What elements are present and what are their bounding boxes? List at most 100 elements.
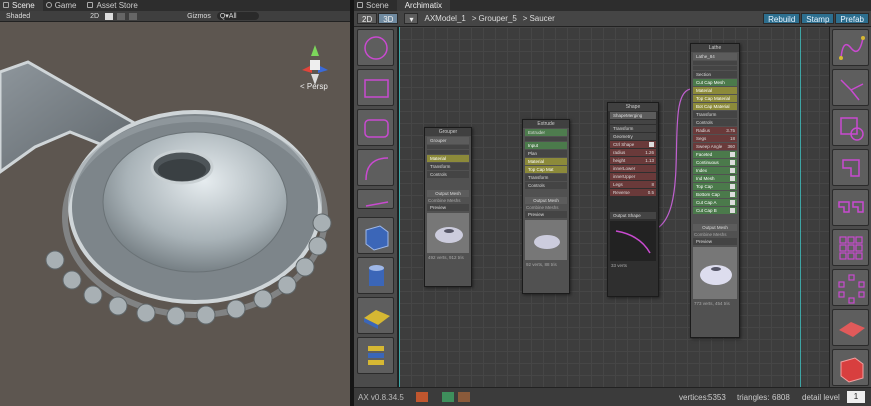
param-value[interactable]: 3.75 (726, 127, 735, 134)
top-cap-row[interactable]: Top Cap Mat (525, 166, 567, 173)
scene-viewport[interactable]: < Persp (0, 22, 350, 406)
param-row[interactable]: Index (693, 167, 737, 174)
status-tool-icon-3[interactable] (458, 392, 470, 402)
param-value[interactable]: 1.26 (645, 149, 654, 156)
param-value[interactable]: 0.5 (648, 189, 654, 196)
material-row[interactable]: Material (427, 155, 469, 162)
preview-row[interactable]: Preview (427, 204, 469, 211)
box-red-icon[interactable] (832, 349, 869, 386)
geometry-row[interactable]: Geometry (610, 133, 656, 140)
param-row[interactable]: Cut Cap B (693, 207, 737, 214)
param-row[interactable]: height 1.13 (610, 157, 656, 164)
param-row[interactable]: Ind Mesh (693, 175, 737, 182)
branch-icon[interactable] (832, 69, 869, 106)
top-cap-material-row[interactable]: Top Cap Material (693, 95, 737, 102)
scene-search-field[interactable]: Q▾All (216, 12, 259, 20)
param-row[interactable]: innerLower (610, 165, 656, 172)
line-shape-icon[interactable] (357, 189, 394, 209)
param-row[interactable]: innerUpper (610, 173, 656, 180)
rounded-rect-shape-icon[interactable] (357, 109, 394, 146)
shape-node[interactable]: Shape ShapeMerging Transform Geometry Ct… (607, 102, 659, 297)
circle-shape-icon[interactable] (357, 29, 394, 66)
status-tool-icon-1[interactable] (416, 392, 428, 402)
stamp-button[interactable]: Stamp (801, 13, 835, 24)
rebuild-button[interactable]: Rebuild (763, 13, 801, 24)
checkbox[interactable] (730, 208, 735, 213)
radial-repeater-icon[interactable] (832, 269, 869, 306)
param-value[interactable]: 18 (730, 135, 735, 142)
lighting-toggle[interactable] (105, 12, 114, 20)
effects-toggle[interactable] (129, 12, 138, 20)
tab-archimatix[interactable]: Archimatix (396, 0, 451, 11)
param-row[interactable]: Ctrl Shape (610, 141, 656, 148)
status-tool-icon-2[interactable] (442, 392, 454, 402)
corner-icon[interactable] (832, 149, 869, 186)
param-row[interactable]: Segs 18 (693, 135, 737, 142)
node-graph-canvas[interactable]: Grouper Grouper Material Transform Contr… (399, 27, 829, 387)
param-value[interactable]: 8 (651, 181, 654, 188)
checkbox[interactable] (730, 192, 735, 197)
param-row[interactable]: Sweep Angle 360 (693, 143, 737, 150)
output-shape-row[interactable]: Output Shape (610, 212, 656, 219)
plane-icon[interactable] (832, 309, 869, 346)
section-row[interactable]: Section (693, 71, 737, 78)
param-row[interactable]: Top Cap (693, 183, 737, 190)
param-row[interactable]: radius 1.26 (610, 149, 656, 156)
param-row[interactable]: Cut Cap A (693, 199, 737, 206)
param-value[interactable]: 1.13 (645, 157, 654, 164)
prefab-button[interactable]: Prefab (835, 13, 869, 24)
rectangle-shape-icon[interactable] (357, 69, 394, 106)
menu-dropdown-icon[interactable]: ▾ (404, 13, 419, 24)
transform-row[interactable]: Transform (427, 163, 469, 170)
grid-repeater-icon[interactable] (832, 229, 869, 266)
tab-scene-2[interactable]: Scene (354, 0, 397, 11)
node-name-field[interactable]: ShapeMerging (610, 112, 656, 119)
controls-row[interactable]: Controls (693, 119, 737, 126)
param-row[interactable]: Bottom Cap (693, 191, 737, 198)
shading-dropdown[interactable]: Shaded (6, 13, 30, 20)
node-name-field[interactable]: Grouper (427, 137, 469, 144)
cut-cap-row[interactable]: Cut Cap Mesh (693, 79, 737, 86)
offset-icon[interactable] (832, 109, 869, 146)
node-name-field[interactable]: Lathe_84 (693, 53, 737, 60)
audio-toggle[interactable] (117, 12, 126, 20)
controls-row[interactable]: Controls (427, 171, 469, 178)
param-row[interactable]: Legs 8 (610, 181, 656, 188)
param-row[interactable]: Reverse 0.5 (610, 189, 656, 196)
mode-2d-toggle[interactable]: 2D (90, 13, 99, 20)
view-2d-button[interactable]: 2D (357, 13, 378, 24)
material-row[interactable]: Material (525, 158, 567, 165)
arc-shape-icon[interactable] (357, 149, 394, 186)
checkbox[interactable] (730, 160, 735, 165)
tab-scene[interactable]: Scene (0, 0, 43, 11)
param-row[interactable]: Radius 3.75 (693, 127, 737, 134)
transform-row[interactable]: Transform (525, 174, 567, 181)
node-name-field[interactable]: Extruder (525, 129, 567, 136)
checkbox[interactable] (730, 200, 735, 205)
plan-row[interactable]: Plan (525, 150, 567, 157)
detail-level-input[interactable]: 1 (847, 391, 865, 403)
checkbox[interactable] (730, 152, 735, 157)
controls-row[interactable]: Controls (525, 182, 567, 189)
breadcrumb-model[interactable]: AXModel_1 (424, 14, 465, 23)
output-mesh-row[interactable]: Output Mesh (525, 197, 567, 204)
box-mesh-icon[interactable] (357, 217, 394, 254)
grouper-node[interactable]: Grouper Grouper Material Transform Contr… (424, 127, 472, 287)
view-3d-button[interactable]: 3D (378, 13, 399, 24)
checkbox[interactable] (649, 142, 654, 147)
curve-icon[interactable] (832, 29, 869, 66)
input-row[interactable]: Input (525, 142, 567, 149)
checkbox[interactable] (730, 184, 735, 189)
lathe-node[interactable]: Lathe Lathe_84 Section Cut Cap Mesh Mate… (690, 43, 740, 338)
tab-asset-store[interactable]: Asset Store (84, 0, 145, 11)
param-row[interactable]: Continuous (693, 159, 737, 166)
param-value[interactable]: 360 (727, 143, 735, 150)
output-mesh-row[interactable]: Output Mesh (427, 190, 469, 197)
transform-row[interactable]: Transform (610, 125, 656, 132)
bot-cap-material-row[interactable]: Bot Cap Material (693, 103, 737, 110)
preview-row[interactable]: Preview (693, 238, 737, 245)
preview-row[interactable]: Preview (525, 211, 567, 218)
checkbox[interactable] (730, 176, 735, 181)
double-corner-icon[interactable] (832, 189, 869, 226)
transform-row[interactable]: Transform (693, 111, 737, 118)
